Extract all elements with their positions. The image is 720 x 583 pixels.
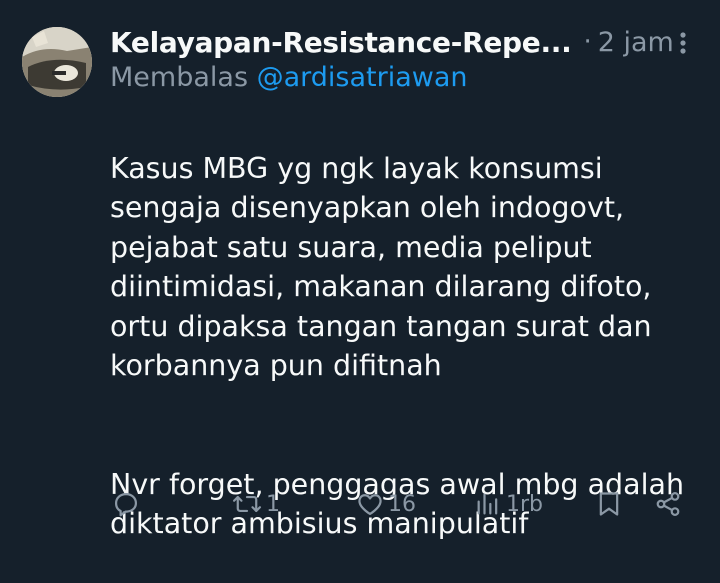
views-button[interactable]: 1rb	[474, 482, 543, 526]
avatar-photo-icon	[22, 27, 92, 97]
reply-icon	[114, 492, 138, 517]
timestamp[interactable]: 2 jam	[598, 27, 674, 58]
avatar[interactable]	[22, 27, 92, 97]
views-count: 1rb	[506, 491, 544, 517]
views-icon	[477, 493, 498, 515]
more-vertical-icon	[680, 32, 686, 54]
tweet[interactable]: Kelayapan-Resistance-Repe... · 2 jam Mem…	[0, 0, 720, 540]
share-icon	[656, 492, 680, 516]
tweet-header: Kelayapan-Resistance-Repe... · 2 jam	[110, 22, 710, 62]
reply-to-handle-link[interactable]: @ardisatriawan	[257, 62, 468, 93]
like-count: 16	[388, 491, 416, 517]
more-options-button[interactable]	[668, 26, 698, 60]
heart-icon	[358, 494, 382, 516]
like-button[interactable]: 16	[356, 482, 416, 526]
repost-icon	[232, 495, 262, 513]
reply-context: Membalas @ardisatriawan	[110, 62, 468, 93]
bookmark-icon	[599, 492, 619, 516]
reply-prefix: Membalas	[110, 62, 249, 93]
reply-button[interactable]	[112, 482, 140, 526]
separator-dot: ·	[583, 27, 592, 57]
share-button[interactable]	[654, 482, 682, 526]
action-bar: 1 16 1rb	[0, 482, 720, 526]
tweet-paragraph-1: Kasus MBG yg ngk layak konsumsi sengaja …	[110, 151, 652, 383]
repost-button[interactable]: 1	[232, 482, 280, 526]
author-display-name[interactable]: Kelayapan-Resistance-Repe...	[110, 26, 572, 59]
bookmark-button[interactable]	[596, 482, 622, 526]
repost-count: 1	[266, 491, 280, 517]
